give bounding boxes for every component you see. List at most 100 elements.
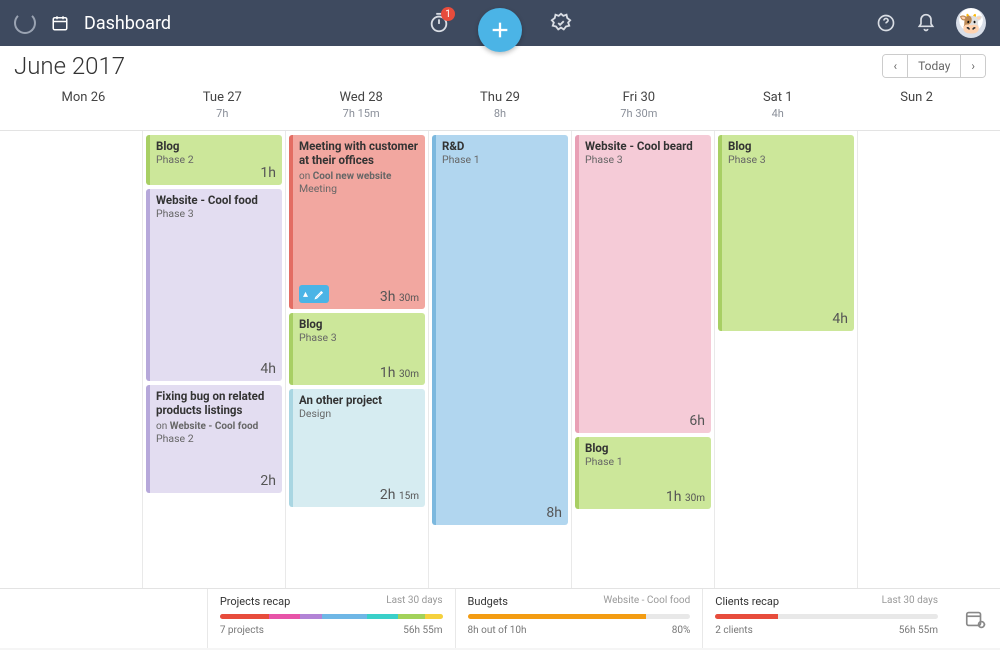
prev-week-button[interactable]: ‹ [883,55,908,77]
panel-meta: Last 30 days [386,595,442,608]
panel-title: Budgets [468,595,508,608]
avatar[interactable]: 🐮 [956,8,986,38]
day-label: Fri 30 [569,90,708,105]
event-title: Blog [156,139,276,153]
collapse-icon[interactable]: ▴ [303,289,308,300]
day-label: Tue 27 [153,90,292,105]
event-on: Website - Cool food [170,421,259,432]
budget-bar [468,614,691,619]
event-edit-pill[interactable]: ▴ [299,285,329,303]
today-button[interactable]: Today [908,55,961,77]
calendar-grid: Blog Phase 2 1h Website - Cool food Phas… [0,130,1000,588]
event-title: Meeting with customer at their offices [299,139,419,167]
page-title: Dashboard [84,13,171,34]
event-duration: 4h [832,311,848,327]
event-sub: Phase 3 [156,207,276,220]
day-column[interactable]: Blog Phase 3 4h [715,131,858,588]
event-duration: 1h 30m [380,365,419,381]
budgets-panel[interactable]: Budgets Website - Cool food 8h out of 10h… [455,589,703,648]
day-label: Sat 1 [708,90,847,105]
event-sub: Phase 2 [156,432,276,445]
event-card[interactable]: Meeting with customer at their offices o… [289,135,425,309]
event-card[interactable]: Website - Cool beard Phase 3 6h [575,135,711,433]
projects-bar [220,614,443,619]
event-duration: 3h 30m [380,289,419,305]
projects-recap-panel[interactable]: Projects recapLast 30 days 7 projects56h… [207,589,455,648]
timer-badge: 1 [441,7,455,21]
day-column[interactable] [0,131,143,588]
day-hours: 7h 15m [292,107,431,120]
event-card[interactable]: R&D Phase 1 8h [432,135,568,525]
day-column[interactable] [858,131,1000,588]
event-on-prefix: on [299,171,313,182]
event-card[interactable]: An other project Design 2h 15m [289,389,425,507]
day-column[interactable]: Website - Cool beard Phase 3 6h Blog Pha… [572,131,715,588]
panel-right: 80% [672,625,691,636]
panel-meta: Last 30 days [882,595,938,608]
event-duration: 8h [546,505,562,521]
day-label: Thu 29 [431,90,570,105]
panel-right: 56h 55m [899,625,938,636]
panel-meta: Website - Cool food [603,595,690,608]
event-sub: Phase 3 [728,153,848,166]
event-sub: Phase 2 [156,153,276,166]
event-on-prefix: on [156,421,170,432]
day-column[interactable]: Blog Phase 2 1h Website - Cool food Phas… [143,131,286,588]
event-duration: 4h [260,361,276,377]
event-title: Blog [585,441,705,455]
event-title: An other project [299,393,419,407]
event-title: Fixing bug on related products listings [156,389,276,417]
calendar-settings-icon[interactable] [950,589,1000,648]
next-week-button[interactable]: › [961,55,985,77]
footer: Projects recapLast 30 days 7 projects56h… [0,588,1000,648]
approve-button[interactable] [548,10,574,36]
event-title: Blog [728,139,848,153]
event-sub: Phase 3 [585,153,705,166]
panel-title: Clients recap [715,595,779,608]
add-button[interactable] [478,8,522,52]
event-card[interactable]: Blog Phase 3 1h 30m [289,313,425,385]
event-sub: Phase 1 [585,455,705,468]
panel-left: 8h out of 10h [468,625,527,636]
event-duration: 1h 30m [666,489,705,505]
event-card[interactable]: Blog Phase 3 4h [718,135,854,331]
topbar: Dashboard 1 🐮 [0,0,1000,46]
event-sub: Phase 1 [442,153,562,166]
day-label: Sun 2 [847,90,986,105]
help-icon[interactable] [876,13,896,33]
event-on: Cool new website [313,171,392,182]
panel-right: 56h 55m [403,625,442,636]
event-title: Website - Cool beard [585,139,705,153]
bell-icon[interactable] [916,13,936,33]
clients-recap-panel[interactable]: Clients recapLast 30 days 2 clients56h 5… [702,589,950,648]
timer-button[interactable]: 1 [426,10,452,36]
event-title: Website - Cool food [156,193,276,207]
calendar-icon[interactable] [50,13,70,33]
event-card[interactable]: Fixing bug on related products listings … [146,385,282,493]
day-column[interactable]: R&D Phase 1 8h [429,131,572,588]
event-duration: 6h [689,413,705,429]
event-card[interactable]: Blog Phase 1 1h 30m [575,437,711,509]
subheader: June 2017 ‹ Today › Mon 26 Tue 277h Wed … [0,46,1000,130]
day-hours: 4h [708,107,847,120]
pencil-icon[interactable] [314,289,325,300]
day-hours: 7h [153,107,292,120]
topbar-right: 🐮 [876,8,1000,38]
topbar-left: Dashboard [0,12,171,34]
event-title: R&D [442,139,562,153]
event-sub: Phase 3 [299,331,419,344]
event-card[interactable]: Website - Cool food Phase 3 4h [146,189,282,381]
panel-title: Projects recap [220,595,290,608]
day-header-row: Mon 26 Tue 277h Wed 287h 15m Thu 298h Fr… [14,86,986,130]
event-title: Blog [299,317,419,331]
day-column[interactable]: Meeting with customer at their offices o… [286,131,429,588]
event-duration: 2h 15m [380,487,419,503]
event-sub: Meeting [299,182,419,195]
day-label: Wed 28 [292,90,431,105]
day-label: Mon 26 [14,90,153,105]
topbar-center: 1 [426,0,574,52]
event-duration: 2h [260,473,276,489]
day-hours: 7h 30m [569,107,708,120]
date-nav: ‹ Today › [882,54,986,78]
event-card[interactable]: Blog Phase 2 1h [146,135,282,185]
